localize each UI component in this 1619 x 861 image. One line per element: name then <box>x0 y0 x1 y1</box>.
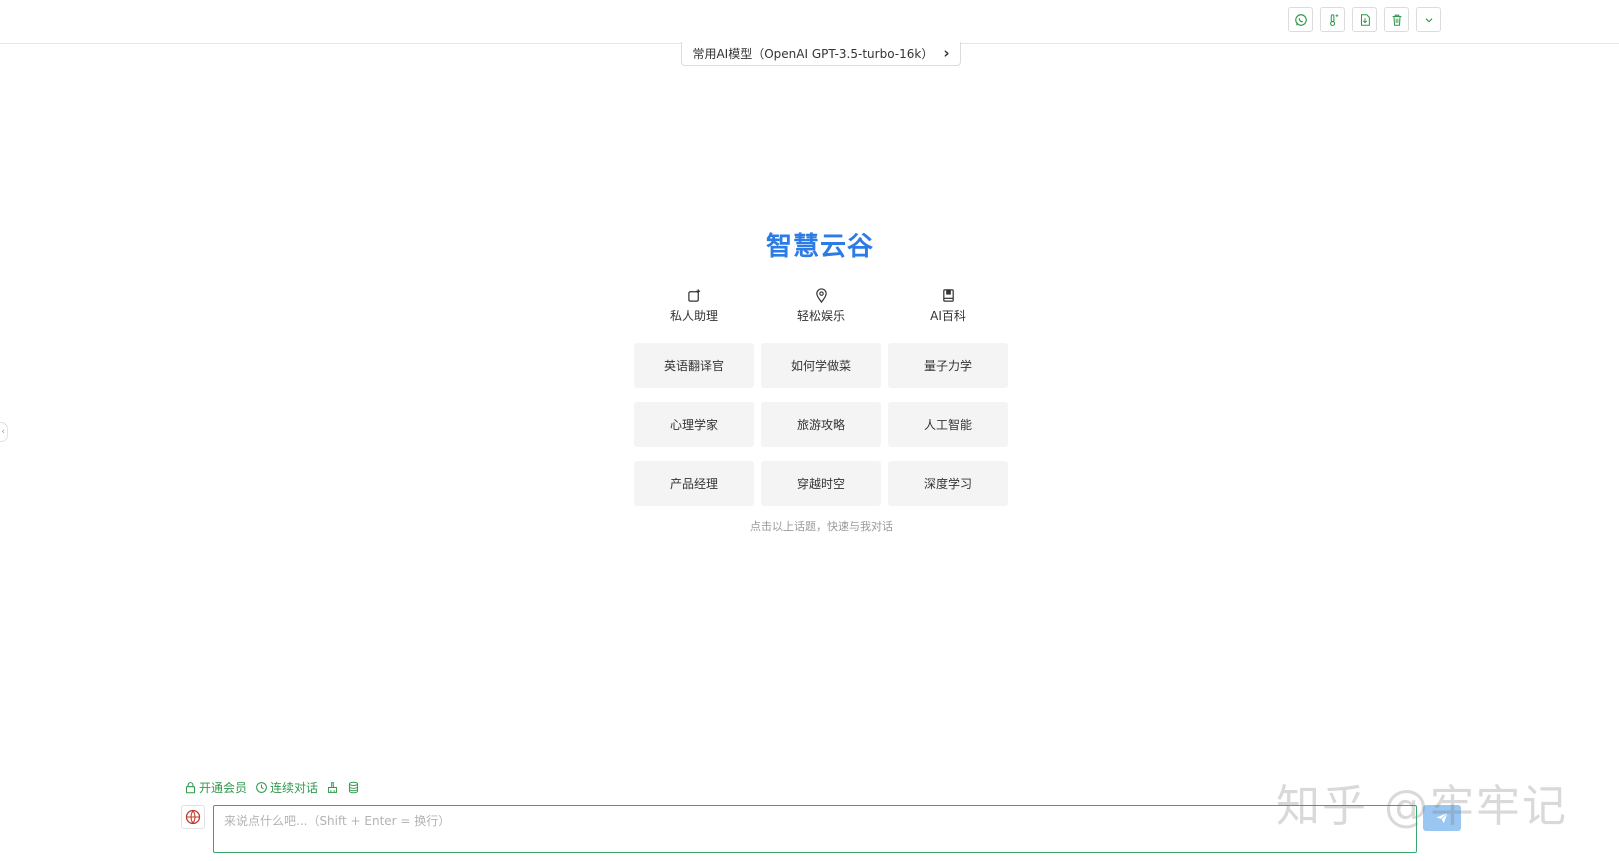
tab-label: 私人助理 <box>669 309 718 323</box>
category-tabs: 私人助理 轻松娱乐 AI百科 <box>634 288 1008 324</box>
more-options-button[interactable] <box>1416 7 1441 32</box>
watermark: 知乎 @牢牢记 <box>1276 781 1568 832</box>
tab-ai-encyclopedia[interactable]: AI百科 <box>888 288 1008 324</box>
bottom-toolbar: 开通会员 连续对话 <box>184 778 360 796</box>
document-export-icon <box>1360 13 1370 26</box>
thermometer-icon <box>1329 13 1338 26</box>
continuous-chat-toggle[interactable]: 连续对话 <box>255 779 318 796</box>
vip-label: 开通会员 <box>199 780 248 795</box>
topic-tile[interactable]: 心理学家 <box>634 402 754 447</box>
chat-page: 常用AI模型（OpenAI GPT-3.5-turbo-16k） › ‹ 智慧云… <box>0 0 1619 861</box>
book-icon <box>942 289 954 302</box>
broom-icon <box>327 781 338 793</box>
edit-note-icon <box>687 289 700 302</box>
clear-context-button[interactable] <box>326 781 339 794</box>
whatsapp-chat-icon <box>1294 13 1307 26</box>
database-icon <box>348 781 359 793</box>
continuous-chat-label: 连续对话 <box>270 780 319 795</box>
topic-tile[interactable]: 产品经理 <box>634 461 754 506</box>
topic-tile[interactable]: 如何学做菜 <box>761 343 881 388</box>
tab-entertainment[interactable]: 轻松娱乐 <box>761 288 881 324</box>
model-selector[interactable]: 常用AI模型（OpenAI GPT-3.5-turbo-16k） › <box>681 42 961 66</box>
clear-chat-button[interactable] <box>1384 7 1409 32</box>
topic-hint: 点击以上话题，快速与我对话 <box>750 520 893 533</box>
topic-grid: 英语翻译官 如何学做菜 量子力学 心理学家 旅游攻略 人工智能 产品经理 穿越时… <box>634 343 1009 506</box>
topic-tile[interactable]: 人工智能 <box>888 402 1008 447</box>
header-actions <box>1288 7 1441 32</box>
database-button[interactable] <box>347 781 360 794</box>
lock-icon <box>185 781 196 793</box>
top-header <box>0 0 1619 44</box>
topic-tile[interactable]: 旅游攻略 <box>761 402 881 447</box>
map-pin-icon <box>815 288 827 303</box>
welcome-title: 智慧云谷 <box>765 232 874 262</box>
globe-icon <box>185 809 201 825</box>
temperature-button[interactable] <box>1320 7 1345 32</box>
tab-personal-assistant[interactable]: 私人助理 <box>634 288 754 324</box>
topic-tile[interactable]: 量子力学 <box>888 343 1008 388</box>
chevron-right-icon: › <box>943 44 950 62</box>
topic-tile[interactable]: 穿越时空 <box>761 461 881 506</box>
sidebar-collapse-handle[interactable]: ‹ <box>0 422 8 442</box>
clock-icon <box>256 781 267 793</box>
topic-tile[interactable]: 深度学习 <box>888 461 1008 506</box>
tab-label: AI百科 <box>930 309 966 323</box>
export-button[interactable] <box>1352 7 1377 32</box>
persona-button[interactable] <box>181 805 205 829</box>
vip-button[interactable]: 开通会员 <box>184 779 247 796</box>
tab-label: 轻松娱乐 <box>796 309 845 323</box>
trash-icon <box>1392 14 1401 26</box>
chat-input[interactable] <box>213 805 1417 853</box>
model-selector-label: 常用AI模型（OpenAI GPT-3.5-turbo-16k） <box>692 47 934 61</box>
topic-tile[interactable]: 英语翻译官 <box>634 343 754 388</box>
chevron-down-icon <box>1425 17 1432 23</box>
whatsapp-chat-button[interactable] <box>1288 7 1313 32</box>
